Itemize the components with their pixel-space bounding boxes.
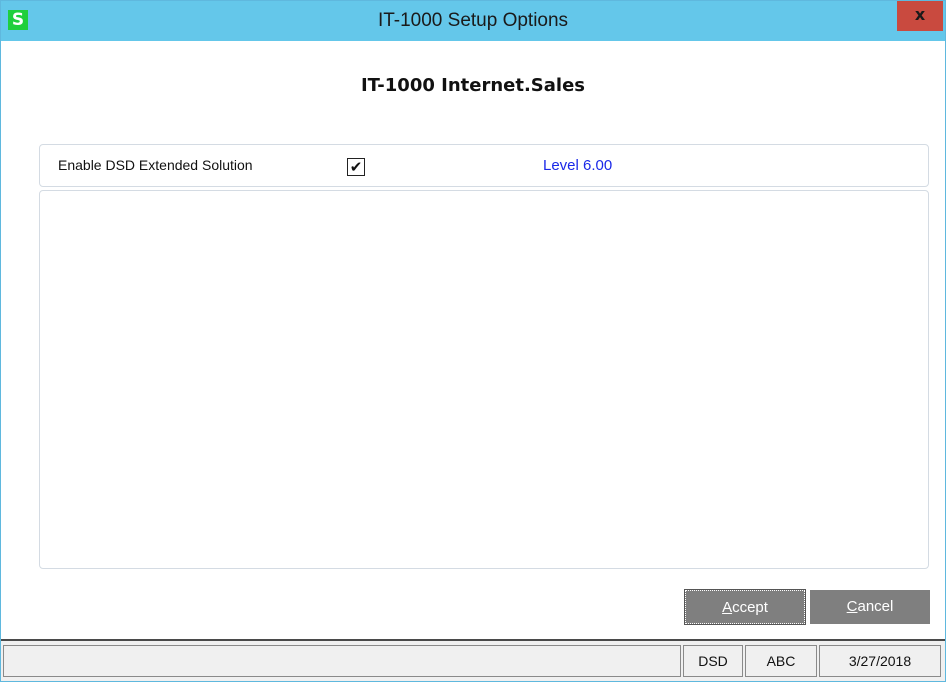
status-bar: DSD ABC 3/27/2018: [1, 641, 945, 681]
accept-label: ccept: [732, 599, 768, 616]
window-title: IT-1000 Setup Options: [377, 10, 569, 31]
cancel-button[interactable]: Cancel: [810, 590, 930, 624]
option-panel: Enable DSD Extended Solution ✔ Level 6.0…: [39, 144, 929, 187]
accept-button[interactable]: Accept: [684, 589, 806, 625]
status-date: 3/27/2018: [819, 645, 941, 677]
enable-extended-solution-label: Enable DSD Extended Solution: [58, 157, 253, 173]
cancel-mnemonic: C: [846, 598, 858, 615]
module-heading: IT-1000 Internet.Sales: [360, 75, 586, 96]
enable-extended-solution-checkbox[interactable]: ✔: [347, 158, 365, 176]
close-button[interactable]: x: [897, 1, 943, 31]
cancel-label: ancel: [857, 598, 894, 615]
close-icon: x: [914, 5, 926, 24]
status-abc: ABC: [745, 645, 817, 677]
content-panel: [39, 190, 929, 569]
setup-options-window: S IT-1000 Setup Options x IT-1000 Intern…: [0, 0, 946, 682]
title-bar[interactable]: S IT-1000 Setup Options x: [1, 1, 945, 41]
checkmark-icon: ✔: [349, 158, 363, 176]
accept-mnemonic: A: [722, 599, 733, 616]
status-message: [3, 645, 681, 677]
status-company-code: DSD: [683, 645, 743, 677]
level-label: Level 6.00: [543, 157, 613, 174]
